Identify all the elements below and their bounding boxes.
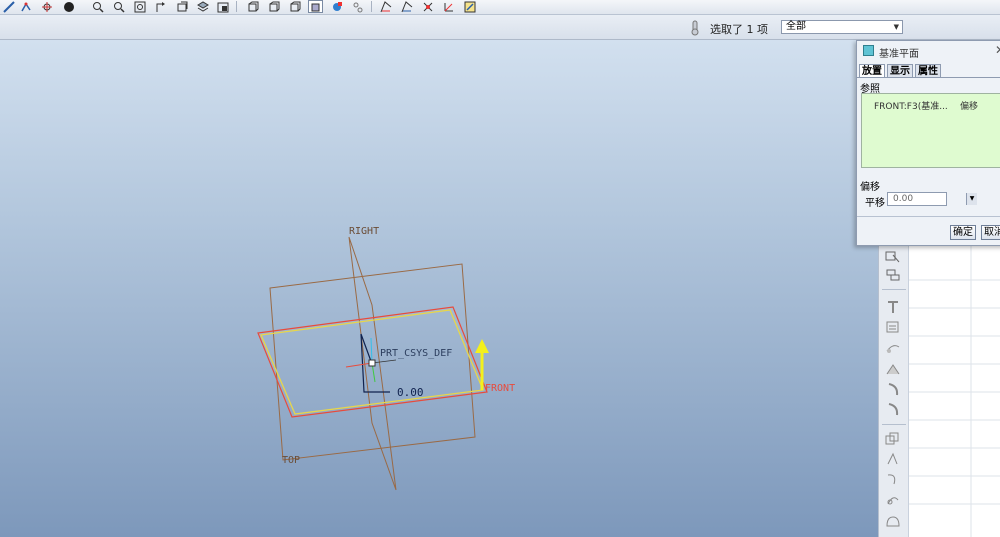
- wireframe-display-icon[interactable]: [308, 0, 323, 13]
- datum-plane-dialog: 基准平面 ✕ 放置 显示 属性 参照 FRONT:F3(基准... 偏移 偏移 …: [856, 40, 1000, 246]
- datum-axis-icon[interactable]: [885, 268, 901, 282]
- spin-center-icon[interactable]: [39, 0, 54, 13]
- top-plane-label[interactable]: TOP: [282, 455, 300, 466]
- repaint-icon[interactable]: [1, 0, 16, 13]
- csys-origin[interactable]: [368, 359, 376, 367]
- offset-dimension-value[interactable]: 0.00: [397, 386, 424, 399]
- zoom-in-icon[interactable]: [90, 0, 105, 13]
- csys-leader-line: [371, 359, 397, 364]
- mirror-icon[interactable]: [885, 452, 901, 466]
- reference-constraint-type[interactable]: 偏移: [960, 99, 978, 112]
- filter-value: 全部: [786, 21, 806, 32]
- reference-item[interactable]: FRONT:F3(基准...: [874, 99, 948, 112]
- right-plane-label[interactable]: RIGHT: [349, 226, 379, 237]
- merge-icon[interactable]: [885, 472, 901, 486]
- graphics-viewport[interactable]: RIGHT FRONT TOP PRT_CSYS_DEF 0.00: [0, 40, 878, 537]
- csys-x-axis: [345, 362, 373, 368]
- status-bar: 选取了 1 项 全部 ▼: [0, 15, 1000, 40]
- front-plane-label[interactable]: FRONT: [485, 383, 515, 394]
- chamfer-icon[interactable]: [885, 402, 901, 416]
- chevron-down-icon[interactable]: ▼: [966, 193, 977, 205]
- message-icon: [690, 20, 700, 39]
- csys-y-axis: [370, 337, 373, 364]
- wireframe-icon[interactable]: [18, 0, 33, 13]
- no-hidden-icon[interactable]: [287, 0, 302, 13]
- offset-arrow-head[interactable]: [475, 339, 489, 353]
- cancel-button[interactable]: 取消: [981, 225, 1000, 240]
- offset-section-label: 偏移: [860, 182, 880, 193]
- csys-label: PRT_CSYS_DEF: [380, 348, 452, 359]
- hidden-line-icon[interactable]: [266, 0, 281, 13]
- zoom-out-icon[interactable]: [111, 0, 126, 13]
- selection-count: 选取了 1 项: [710, 23, 768, 36]
- axis-display-icon[interactable]: [399, 0, 414, 13]
- dialog-titlebar[interactable]: 基准平面 ✕: [857, 41, 1000, 61]
- chevron-down-icon: ▼: [893, 23, 899, 31]
- plane-display-icon[interactable]: [378, 0, 393, 13]
- dialog-title: 基准平面: [879, 49, 919, 60]
- translate-label: 平移: [865, 198, 885, 209]
- sweep-icon[interactable]: [885, 341, 901, 355]
- translate-input[interactable]: 0.00 ▼: [887, 192, 977, 206]
- close-icon[interactable]: ✕: [995, 43, 1000, 57]
- blend-icon[interactable]: [885, 362, 901, 376]
- tab-placement[interactable]: 放置: [859, 64, 885, 78]
- trim-icon[interactable]: [885, 492, 901, 506]
- references-list[interactable]: FRONT:F3(基准... 偏移: [861, 93, 1000, 168]
- spin-display-icon[interactable]: [462, 0, 477, 13]
- saved-views-icon[interactable]: [174, 0, 189, 13]
- point-display-icon[interactable]: [420, 0, 435, 13]
- main-toolbar: [0, 0, 1000, 15]
- datum-plane-icon: [863, 45, 874, 56]
- tab-display[interactable]: 显示: [887, 64, 913, 78]
- appearance-icon[interactable]: [61, 0, 76, 13]
- view-manager-icon[interactable]: [215, 0, 230, 13]
- annotation-icon[interactable]: [350, 0, 365, 13]
- csys-display-icon[interactable]: [441, 0, 456, 13]
- selection-filter-select[interactable]: 全部 ▼: [781, 20, 903, 34]
- shell-icon[interactable]: [885, 514, 901, 528]
- layers-icon[interactable]: [195, 0, 210, 13]
- datum-display-icon[interactable]: [329, 0, 344, 13]
- refit-icon[interactable]: [132, 0, 147, 13]
- tab-properties[interactable]: 属性: [915, 64, 941, 78]
- round-icon[interactable]: [885, 382, 901, 396]
- extrude-icon[interactable]: [885, 300, 901, 314]
- copy-icon[interactable]: [885, 432, 901, 446]
- revolve-icon[interactable]: [885, 320, 901, 334]
- reorient-icon[interactable]: [153, 0, 168, 13]
- ok-button[interactable]: 确定: [950, 225, 976, 240]
- shading-icon[interactable]: [245, 0, 260, 13]
- translate-value: 0.00: [893, 194, 914, 204]
- sketch-icon[interactable]: [885, 250, 901, 264]
